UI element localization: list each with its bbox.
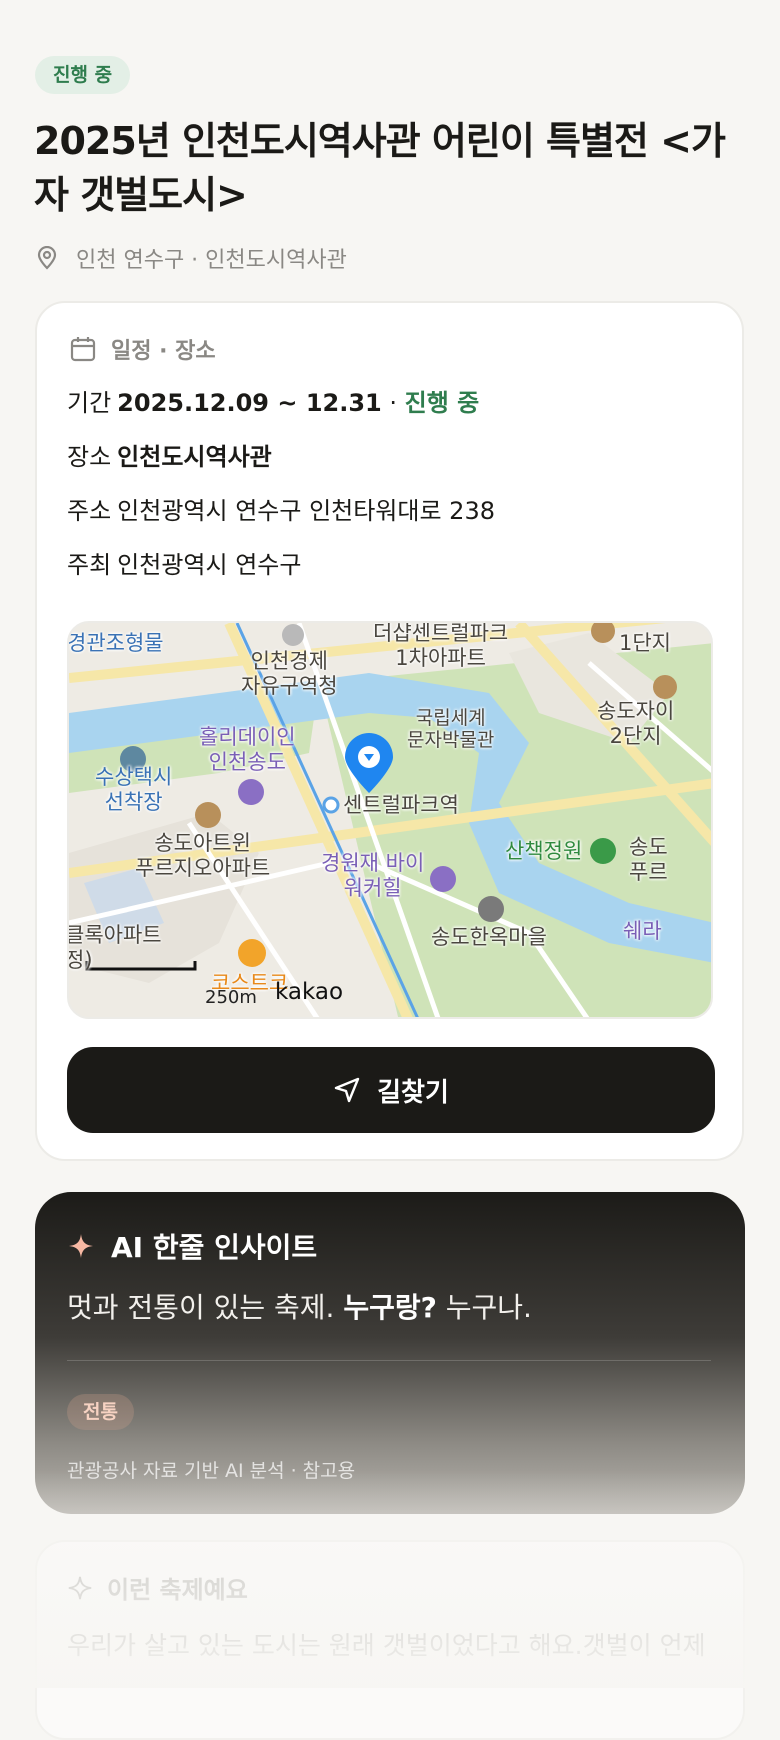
ai-insight-heading: AI 한줄 인사이트 xyxy=(67,1226,317,1266)
festival-detail-page: 진행 중 2025년 인천도시역사관 어린이 특별전 <가자 갯벌도시> 인천 … xyxy=(0,0,780,1740)
map-label: 송도아트윈 푸르지오아파트 xyxy=(135,831,271,880)
map-view[interactable]: 경관조형물 인천경제 자유구역청 더샵센트럴파크 1차아파트 1단지 국립세계 … xyxy=(67,621,713,1019)
map-brand-logo: kakao xyxy=(275,979,344,1005)
map-label: 송도자이 2단지 xyxy=(597,699,675,748)
directions-button-label: 길찾기 xyxy=(377,1077,449,1108)
ai-disclaimer: 관광공사 자료 기반 AI 분석 · 참고용 xyxy=(67,1460,356,1482)
map-label: 인천경제 자유구역청 xyxy=(241,649,338,698)
sparkle-icon xyxy=(69,1234,93,1258)
page-title: 2025년 인천도시역사관 어린이 특별전 <가자 갯벌도시> xyxy=(34,119,726,217)
period-sep: · xyxy=(381,389,405,417)
navigation-arrow-icon xyxy=(334,1077,360,1103)
about-heading-text: 이런 축제예요 xyxy=(107,1576,248,1604)
period-label: 기간 xyxy=(67,389,112,417)
map-label: 더샵센트럴파크 1차아파트 xyxy=(373,621,509,670)
schedule-heading-text: 일정 · 장소 xyxy=(111,339,216,364)
venue-value: 인천도시역사관 xyxy=(117,443,272,471)
address-label: 주소 xyxy=(67,497,112,525)
map-label: 국립세계 문자박물관 xyxy=(407,707,495,751)
ai-insight-text: 멋과 전통이 있는 축제. 누구랑? 누구나. xyxy=(67,1286,532,1326)
location-line: 인천 연수구 · 인천도시역사관 xyxy=(36,242,347,274)
map-label: 수상택시 선착장 xyxy=(95,765,173,814)
location-text: 인천 연수구 · 인천도시역사관 xyxy=(76,248,347,273)
about-card: 이런 축제예요 우리가 살고 있는 도시는 원래 갯벌이었다고 해요.갯벌이 언… xyxy=(35,1540,745,1740)
theme-tag[interactable]: 전통 xyxy=(67,1394,134,1430)
map-label: 클록아파트 정) xyxy=(67,923,162,972)
venue-label: 장소 xyxy=(67,443,112,471)
address-value: 인천광역시 연수구 인천타워대로 238 xyxy=(117,497,495,525)
period-value: 2025.12.09 ~ 12.31 xyxy=(117,389,382,417)
about-heading: 이런 축제예요 xyxy=(67,1570,248,1605)
period-row: 기간 2025.12.09 ~ 12.31 · 진행 중 xyxy=(67,383,479,418)
ai-insight-card: AI 한줄 인사이트 멋과 전통이 있는 축제. 누구랑? 누구나. 전통 관광… xyxy=(35,1192,745,1514)
divider xyxy=(67,1360,711,1361)
status-badge: 진행 중 xyxy=(35,56,131,94)
map-label: 경원재 바이 워커힐 xyxy=(321,851,425,900)
map-label: 홀리데이인 인천송도 xyxy=(199,725,296,774)
ai-text-part: 멋과 전통이 있는 축제. xyxy=(67,1291,344,1324)
map-label: 경관조형물 xyxy=(67,631,164,655)
venue-row: 장소 인천도시역사관 xyxy=(67,437,272,472)
address-row: 주소 인천광역시 연수구 인천타워대로 238 xyxy=(67,491,495,526)
map-label: 송도한옥마을 xyxy=(431,925,547,949)
schedule-heading: 일정 · 장소 xyxy=(69,333,216,365)
schedule-card: 일정 · 장소 기간 2025.12.09 ~ 12.31 · 진행 중 장소 인천… xyxy=(35,301,744,1161)
calendar-icon xyxy=(70,337,96,362)
ai-text-part: 누구나. xyxy=(436,1291,532,1324)
map-label: 산책정원 xyxy=(505,839,583,863)
host-label: 주최 xyxy=(67,551,112,579)
ai-insight-heading-text: AI 한줄 인사이트 xyxy=(111,1231,318,1264)
map-pin-icon xyxy=(37,246,57,270)
map-label: 센트럴파크역 xyxy=(343,793,459,817)
map-scale: 250m xyxy=(205,987,257,1008)
map-label: 1단지 xyxy=(619,631,672,655)
ai-text-emphasis: 누구랑? xyxy=(343,1291,437,1324)
sparkle-icon xyxy=(68,1576,92,1599)
map-label: 송도 푸르 xyxy=(629,835,668,884)
directions-button[interactable]: 길찾기 xyxy=(67,1047,715,1133)
host-row: 주최 인천광역시 연수구 xyxy=(67,545,301,580)
host-value: 인천광역시 연수구 xyxy=(117,551,302,579)
map-label: 쉐라 xyxy=(623,919,662,943)
map-background xyxy=(69,623,711,1017)
about-body: 우리가 살고 있는 도시는 원래 갯벌이었다고 해요.갯벌이 언제 xyxy=(67,1631,706,1660)
period-status: 진행 중 xyxy=(404,389,480,417)
